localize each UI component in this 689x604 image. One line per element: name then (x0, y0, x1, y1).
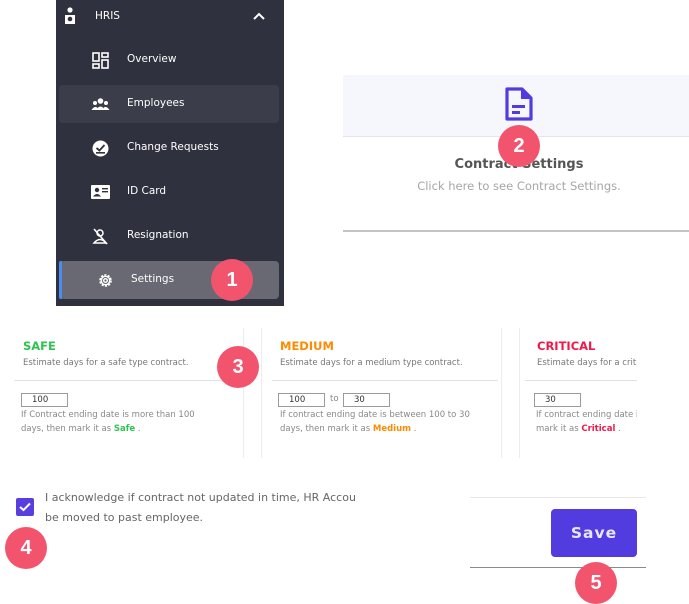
threshold-title: SAFE (23, 339, 56, 353)
threshold-description: Estimate days for a safe type contract. (23, 358, 189, 368)
medium-keyword: Medium (372, 424, 411, 434)
note-line2: days, then mark it as (280, 424, 373, 434)
step-badge-4: 4 (5, 527, 47, 569)
step-badge-3: 3 (217, 346, 259, 388)
threshold-medium: MEDIUM Estimate days for a medium type c… (268, 328, 498, 458)
note-suffix: . (615, 424, 621, 434)
threshold-critical: CRITICAL Estimate days for a critical ty… (525, 328, 637, 458)
column-divider (519, 328, 520, 458)
save-button[interactable]: Save (551, 509, 637, 557)
divider (470, 497, 646, 498)
critical-days-input[interactable]: 30 (534, 393, 581, 407)
column-divider (261, 328, 262, 458)
step-badge-1: 1 (211, 259, 253, 301)
critical-keyword: Critical (581, 424, 616, 434)
sidebar-item-label: Overview (127, 53, 177, 65)
note-line1: If contract ending date is between 100 t… (280, 410, 470, 420)
threshold-description: Estimate days for a critical type contra… (537, 358, 637, 368)
sidebar-item-label: ID Card (127, 185, 167, 197)
sidebar-item-label: Resignation (127, 229, 189, 241)
divider (343, 230, 689, 232)
medium-to-input[interactable]: 30 (343, 393, 390, 407)
sidebar-item-overview[interactable]: Overview (59, 41, 279, 79)
divider (525, 380, 637, 381)
threshold-description: Estimate days for a medium type contract… (280, 358, 463, 368)
divider (272, 380, 498, 381)
step-badge-5: 5 (575, 562, 617, 604)
threshold-title: CRITICAL (537, 339, 596, 353)
sidebar-item-id-card[interactable]: ID Card (59, 173, 279, 211)
acknowledge-line1: I acknowledge if contract not updated in… (45, 491, 355, 504)
step-badge-2: 2 (498, 125, 540, 167)
sidebar-item-label: Settings (131, 273, 175, 285)
people-group-icon (91, 98, 110, 110)
dashboard-grid-icon (92, 52, 109, 69)
safe-keyword: Safe (113, 424, 136, 434)
checkmark-icon (19, 502, 31, 512)
sidebar-item-label: Employees (127, 97, 185, 109)
id-card-icon (91, 185, 110, 199)
sidebar-item-change-requests[interactable]: Change Requests (59, 129, 279, 167)
note-line2: mark it as (536, 424, 582, 434)
threshold-safe: SAFE Estimate days for a safe type contr… (14, 328, 243, 458)
contract-settings-subtitle: Click here to see Contract Settings. (417, 179, 621, 193)
divider (14, 380, 243, 381)
sidebar-item-employees[interactable]: Employees (59, 85, 279, 123)
sidebar: HRIS Overview Employees Change Requests … (56, 0, 284, 306)
document-icon (505, 87, 533, 121)
note-line2: days, then mark it as (21, 424, 114, 434)
note-suffix: . (411, 424, 417, 434)
sidebar-section-hris[interactable]: HRIS (56, 0, 284, 34)
gear-icon (99, 274, 112, 287)
threshold-title: MEDIUM (280, 339, 334, 353)
safe-days-input[interactable]: 100 (21, 393, 68, 407)
acknowledge-label: I acknowledge if contract not updated in… (45, 488, 355, 528)
medium-from-input[interactable]: 100 (278, 393, 325, 407)
column-divider (501, 328, 502, 458)
sidebar-item-label: Change Requests (127, 141, 219, 153)
threshold-note: If contract ending date is between 100 t… (280, 408, 490, 436)
sidebar-item-resignation[interactable]: Resignation (59, 217, 279, 255)
sidebar-section-label: HRIS (95, 10, 120, 22)
note-line1: If contract ending date is less than 30 … (536, 410, 637, 420)
user-remove-icon (92, 228, 108, 245)
threshold-note: If contract ending date is less than 30 … (536, 408, 637, 436)
chevron-up-icon[interactable] (252, 9, 266, 23)
hris-person-icon (65, 7, 75, 24)
divider (470, 567, 646, 568)
check-circle-icon (92, 140, 109, 157)
note-suffix: . (135, 424, 141, 434)
threshold-note: If Contract ending date is more than 100… (21, 408, 241, 436)
acknowledge-checkbox[interactable] (16, 498, 34, 516)
acknowledge-line2: be moved to past employee. (45, 511, 204, 524)
note-line1: If Contract ending date is more than 100 (21, 410, 195, 420)
range-separator: to (330, 394, 339, 404)
